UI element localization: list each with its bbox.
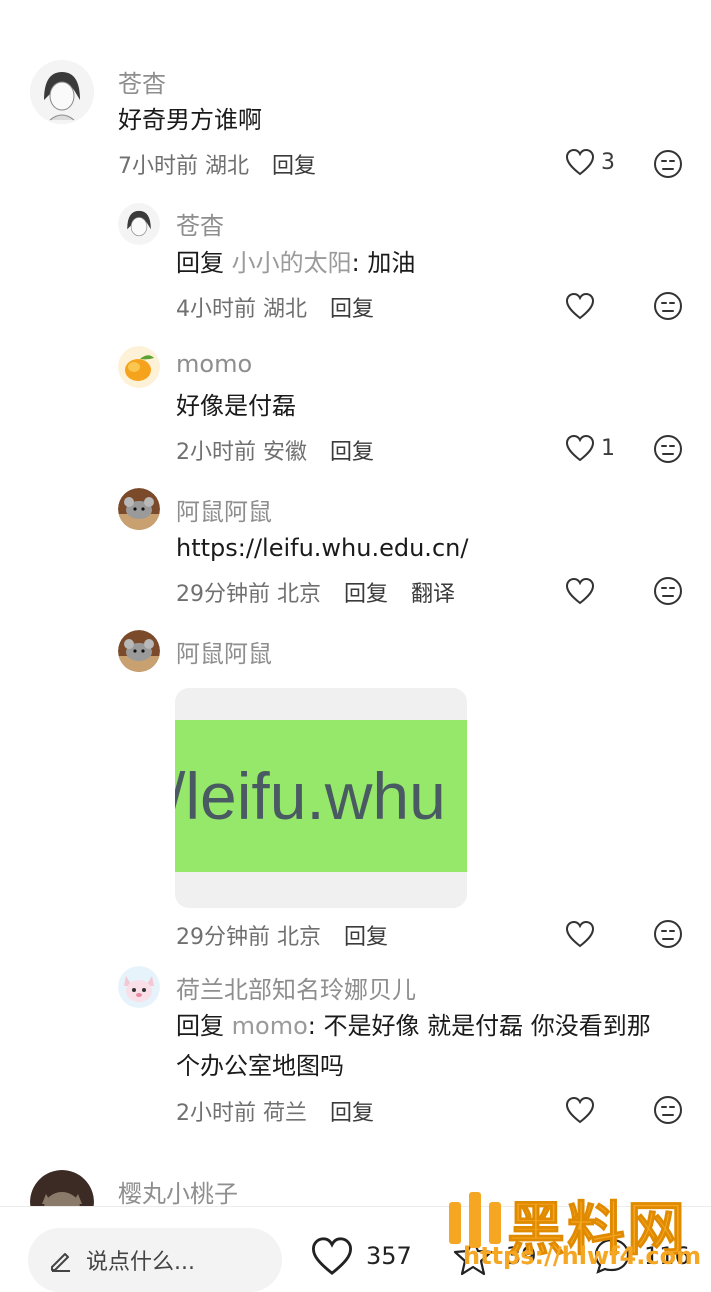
emoji-reaction-icon[interactable] xyxy=(653,576,683,610)
comment-author[interactable]: momo xyxy=(176,350,252,378)
heart-icon xyxy=(311,1237,353,1275)
comment-region: 荷兰 xyxy=(263,1101,308,1126)
comment-meta: 29分钟前 北京 回复 翻译 xyxy=(176,576,455,608)
avatar[interactable] xyxy=(118,488,160,530)
avatar[interactable] xyxy=(30,60,94,124)
reply-button[interactable]: 回复 xyxy=(330,440,374,465)
image-text: /leifu.whu xyxy=(175,759,446,833)
reply-prefix: 回复 xyxy=(176,1012,224,1040)
comment-author[interactable]: 苍杳 xyxy=(176,206,224,241)
image-content: /leifu.whu xyxy=(175,720,467,872)
emoji-reaction-icon[interactable] xyxy=(653,291,683,325)
comment-meta: 2小时前 安徽 回复 xyxy=(176,434,374,466)
watermark: 黑料网 https://hlwf4.com xyxy=(443,1186,703,1276)
comment-author[interactable]: 荷兰北部知名玲娜贝儿 xyxy=(176,970,416,1005)
comment-region: 湖北 xyxy=(205,154,250,179)
heart-icon xyxy=(565,1096,595,1124)
heart-icon xyxy=(565,292,595,320)
comment-input[interactable]: 说点什么... xyxy=(28,1228,282,1292)
emoji-reaction-icon[interactable] xyxy=(653,1095,683,1129)
comment-author[interactable]: 阿鼠阿鼠 xyxy=(176,634,272,669)
comment-author[interactable]: 阿鼠阿鼠 xyxy=(176,492,272,527)
avatar[interactable] xyxy=(118,966,160,1008)
comment-text: 回复 momo: 不是好像 就是付磊 你没看到那 xyxy=(176,1006,651,1046)
avatar[interactable] xyxy=(118,203,160,245)
reply-text: : 加油 xyxy=(351,249,416,277)
like-button[interactable]: 3 xyxy=(565,148,615,176)
comment-time: 2小时前 xyxy=(176,440,256,465)
avatar[interactable] xyxy=(118,630,160,672)
reply-prefix: 回复 xyxy=(176,249,224,277)
watermark-url: https://hlwf4.com xyxy=(463,1242,702,1270)
heart-icon xyxy=(565,148,595,176)
heart-icon xyxy=(565,577,595,605)
emoji-reaction-icon[interactable] xyxy=(653,919,683,953)
avatar[interactable] xyxy=(118,346,160,388)
comment-author[interactable]: 樱丸小桃子 xyxy=(118,1174,238,1209)
comment-meta: 4小时前 湖北 回复 xyxy=(176,291,374,323)
reply-button[interactable]: 回复 xyxy=(272,154,316,179)
comment-time: 2小时前 xyxy=(176,1101,256,1126)
reply-target-user[interactable]: 小小的太阳 xyxy=(232,249,352,277)
comment-text: 回复 小小的太阳: 加油 xyxy=(176,243,415,283)
like-count: 1 xyxy=(601,435,615,461)
reply-target-user[interactable]: momo xyxy=(232,1012,308,1040)
comment-region: 安徽 xyxy=(263,440,308,465)
reply-button[interactable]: 回复 xyxy=(344,582,388,607)
comment-author[interactable]: 苍杳 xyxy=(118,64,166,99)
comment-time: 7小时前 xyxy=(118,154,198,179)
comment-image[interactable]: /leifu.whu xyxy=(175,688,467,908)
comment-meta: 29分钟前 北京 回复 xyxy=(176,919,388,951)
comment-region: 湖北 xyxy=(263,297,308,322)
like-button[interactable]: 1 xyxy=(565,434,615,462)
pencil-icon xyxy=(51,1253,70,1272)
heart-icon xyxy=(565,920,595,948)
comment-input-placeholder: 说点什么... xyxy=(86,1250,195,1275)
comment-meta: 2小时前 荷兰 回复 xyxy=(176,1095,374,1127)
emoji-reaction-icon[interactable] xyxy=(653,434,683,468)
comment-link[interactable]: https://leifu.whu.edu.cn/ xyxy=(176,528,468,568)
comment-time: 29分钟前 xyxy=(176,582,270,607)
like-button[interactable] xyxy=(565,292,595,320)
comment-text: 好奇男方谁啊 xyxy=(118,106,262,134)
comment-meta: 7小时前 湖北 回复 xyxy=(118,148,316,180)
comment-text-line: 个办公室地图吗 xyxy=(176,1052,344,1080)
like-button[interactable] xyxy=(565,920,595,948)
comment-region: 北京 xyxy=(277,925,322,950)
translate-button[interactable]: 翻译 xyxy=(411,582,455,607)
comment-region: 北京 xyxy=(277,582,322,607)
comment-time: 4小时前 xyxy=(176,297,256,322)
like-button[interactable] xyxy=(565,577,595,605)
heart-icon xyxy=(565,434,595,462)
like-total: 357 xyxy=(366,1242,412,1270)
comment-time: 29分钟前 xyxy=(176,925,270,950)
like-button[interactable] xyxy=(565,1096,595,1124)
reply-button[interactable]: 回复 xyxy=(344,925,388,950)
like-count: 3 xyxy=(601,149,615,175)
emoji-reaction-icon[interactable] xyxy=(653,149,683,183)
reply-button[interactable]: 回复 xyxy=(330,297,374,322)
like-total-button[interactable]: 357 xyxy=(310,1236,412,1276)
reply-text: : 不是好像 就是付磊 你没看到那 xyxy=(307,1012,651,1040)
comment-text: 好像是付磊 xyxy=(176,392,296,420)
reply-button[interactable]: 回复 xyxy=(330,1101,374,1126)
